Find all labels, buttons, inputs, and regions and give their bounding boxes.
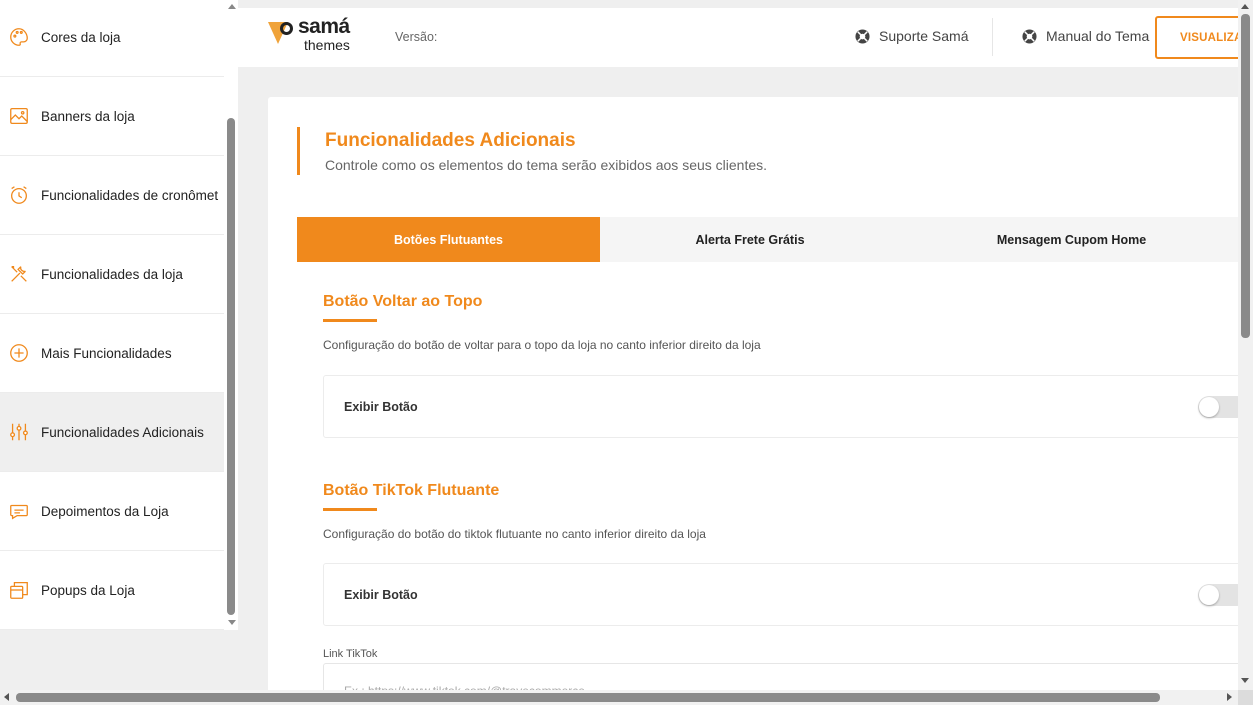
support-link-label: Suporte Samá: [879, 28, 969, 44]
support-link[interactable]: Suporte Samá: [855, 28, 969, 44]
settings-card: Funcionalidades Adicionais Controle como…: [268, 97, 1243, 697]
sidebar-item-label: Depoimentos da Loja: [41, 503, 169, 519]
page-horizontal-scrollbar[interactable]: [0, 690, 1253, 705]
sidebar-item-banners-da-loja[interactable]: Banners da loja: [0, 77, 224, 156]
sidebar-item-funcionalidades-de-cronometro[interactable]: Funcionalidades de cronômet: [0, 156, 224, 235]
sidebar-scroll-up-arrow-icon[interactable]: [228, 4, 236, 9]
sidebar-item-label: Funcionalidades de cronômet: [41, 187, 219, 203]
top-header: samá themes Versão: Suporte Samá Manual …: [238, 8, 1253, 67]
sidebar-item-label: Popups da Loja: [41, 582, 135, 598]
sidebar-item-label: Banners da loja: [41, 108, 135, 124]
tab-alerta-frete-gratis[interactable]: Alerta Frete Grátis: [600, 217, 900, 262]
tab-mensagem-cupom-home[interactable]: Mensagem Cupom Home: [900, 217, 1243, 262]
sidebar-item-label: Funcionalidades Adicionais: [41, 424, 204, 440]
horizontal-scroll-thumb[interactable]: [16, 693, 1160, 702]
window-stack-icon: [8, 579, 30, 601]
chat-bubble-icon: [8, 500, 30, 522]
page-title: Funcionalidades Adicionais: [325, 130, 576, 151]
vertical-scroll-thumb[interactable]: [1241, 14, 1250, 338]
toggle-knob: [1199, 585, 1219, 605]
alarm-clock-icon: [8, 184, 30, 206]
sliders-icon: [8, 421, 30, 443]
tiktok-toggle[interactable]: [1198, 584, 1243, 606]
scroll-right-arrow-icon[interactable]: [1227, 693, 1232, 701]
sidebar-item-depoimentos-da-loja[interactable]: Depoimentos da Loja: [0, 472, 224, 551]
option-label: Exibir Botão: [344, 588, 418, 602]
option-label: Exibir Botão: [344, 400, 418, 414]
version-label: Versão:: [395, 30, 438, 44]
sidebar-item-label: Funcionalidades da loja: [41, 266, 183, 282]
section-description-tiktok: Configuração do botão do tiktok flutuant…: [323, 527, 706, 541]
sama-themes-logo[interactable]: samá themes: [268, 16, 358, 56]
section-underline: [323, 319, 377, 322]
option-row-back-to-top: Exibir Botão: [323, 375, 1243, 438]
lifebuoy-icon: [1022, 28, 1037, 44]
section-title-tiktok: Botão TikTok Flutuante: [323, 482, 500, 499]
tiktok-link-label: Link TikTok: [323, 648, 378, 660]
option-row-tiktok: Exibir Botão: [323, 563, 1243, 626]
header-divider: [992, 18, 993, 56]
section-description-back-to-top: Configuração do botão de voltar para o t…: [323, 338, 761, 352]
tools-icon: [8, 263, 30, 285]
settings-tabs: Botões Flutuantes Alerta Frete Grátis Me…: [297, 217, 1243, 262]
title-accent-bar: [297, 127, 300, 175]
page-vertical-scrollbar[interactable]: [1238, 0, 1253, 690]
sidebar-item-funcionalidades-adicionais[interactable]: Funcionalidades Adicionais: [0, 393, 224, 472]
section-underline: [323, 508, 377, 511]
sidebar-item-popups-da-loja[interactable]: Popups da Loja: [0, 551, 224, 630]
scrollbar-corner: [1238, 690, 1253, 705]
sidebar-scroll-thumb[interactable]: [227, 118, 235, 615]
sidebar-item-label: Mais Funcionalidades: [41, 345, 172, 361]
sidebar: Cores da loja Banners da loja Funcionali…: [0, 0, 238, 630]
section-title-back-to-top: Botão Voltar ao Topo: [323, 293, 483, 310]
scroll-down-arrow-icon[interactable]: [1241, 678, 1249, 683]
scroll-up-arrow-icon[interactable]: [1241, 4, 1249, 9]
sidebar-item-cores-da-loja[interactable]: Cores da loja: [0, 0, 224, 77]
sidebar-item-label: Cores da loja: [41, 29, 121, 45]
logo-text-primary: samá: [298, 15, 350, 38]
logo-circle-icon: [280, 22, 293, 35]
sidebar-item-mais-funcionalidades[interactable]: Mais Funcionalidades: [0, 314, 224, 393]
toggle-knob: [1199, 397, 1219, 417]
back-to-top-toggle[interactable]: [1198, 396, 1243, 418]
plus-circle-icon: [8, 342, 30, 364]
theme-manual-link-label: Manual do Tema: [1046, 28, 1150, 44]
sidebar-scroll-down-arrow-icon[interactable]: [228, 620, 236, 625]
scroll-left-arrow-icon[interactable]: [4, 693, 9, 701]
logo-text-secondary: themes: [304, 37, 350, 53]
sidebar-item-funcionalidades-da-loja[interactable]: Funcionalidades da loja: [0, 235, 224, 314]
image-icon: [8, 105, 30, 127]
page-subtitle: Controle como os elementos do tema serão…: [325, 157, 768, 173]
palette-icon: [8, 26, 30, 48]
lifebuoy-icon: [855, 28, 870, 44]
theme-manual-link[interactable]: Manual do Tema: [1022, 28, 1149, 44]
tab-botoes-flutuantes[interactable]: Botões Flutuantes: [297, 217, 600, 262]
